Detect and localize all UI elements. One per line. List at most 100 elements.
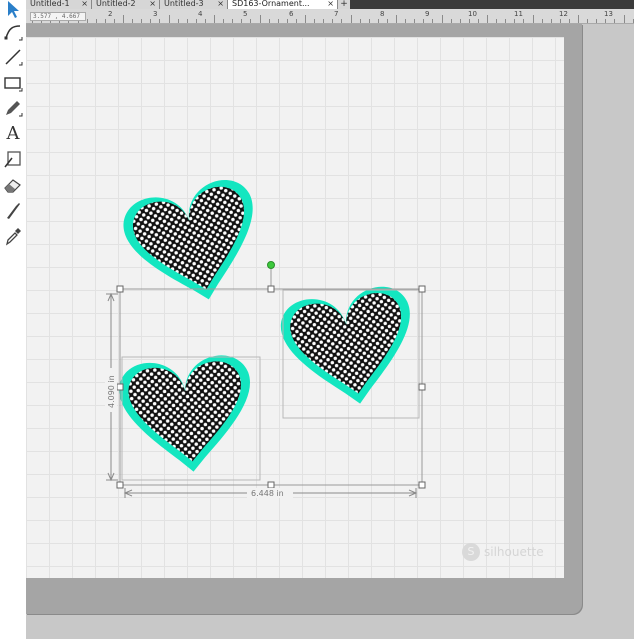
- line-icon: [5, 49, 23, 66]
- tab-sd163-ornament[interactable]: SD163-Ornament... ×: [228, 0, 338, 9]
- ruler-label: 11: [514, 10, 523, 18]
- ruler-tick: [468, 19, 470, 23]
- text-tool[interactable]: A: [3, 124, 23, 144]
- tab-untitled-2[interactable]: Untitled-2 ×: [92, 0, 160, 9]
- ruler-tick: [350, 15, 352, 23]
- ruler-tick: [459, 19, 461, 23]
- ruler-tick: [532, 15, 534, 23]
- ruler-tick: [505, 19, 507, 23]
- ruler-tick: [104, 19, 106, 23]
- new-tab-button[interactable]: +: [338, 0, 350, 9]
- horizontal-ruler: 2 3 4 5 6 7 8 9 10 11 12 13: [26, 9, 634, 24]
- knife-tool[interactable]: [3, 200, 23, 220]
- ruler-tick: [405, 19, 407, 23]
- ruler-tick: [377, 19, 379, 23]
- ruler-tick: [414, 19, 416, 23]
- ruler-tick: [250, 19, 252, 23]
- knife-icon: [7, 203, 20, 219]
- ruler-label: 3: [153, 10, 158, 18]
- text-edit-icon: [4, 151, 21, 168]
- ruler-tick: [332, 19, 334, 23]
- ruler-tick: [241, 19, 243, 23]
- ruler-tick: [113, 19, 115, 23]
- ruler-tick: [232, 19, 234, 23]
- ruler-label: 5: [243, 10, 248, 18]
- ruler-tick: [141, 19, 143, 23]
- ruler-tick: [132, 19, 134, 23]
- ruler-tick: [396, 15, 397, 23]
- ruler-tick: [168, 15, 170, 23]
- ruler-tick: [159, 19, 161, 23]
- ruler-tick: [541, 19, 543, 23]
- ruler-tick: [314, 19, 316, 23]
- ruler-tick: [568, 19, 570, 23]
- select-tool[interactable]: [3, 0, 23, 20]
- ruler-tick: [195, 19, 197, 23]
- tab-label: Untitled-1: [30, 0, 70, 8]
- ruler-tick: [323, 19, 325, 23]
- eraser-icon: [4, 179, 21, 193]
- ruler-tick: [204, 19, 206, 23]
- ruler-tick: [223, 19, 225, 23]
- tab-label: SD163-Ornament...: [232, 0, 310, 8]
- close-tab-icon[interactable]: ×: [81, 0, 88, 8]
- ruler-tick: [441, 15, 443, 23]
- design-page[interactable]: [26, 37, 564, 578]
- ruler-tick: [177, 19, 179, 23]
- ruler-tick: [514, 19, 516, 23]
- close-tab-icon[interactable]: ×: [327, 0, 334, 8]
- ruler-tick: [386, 19, 388, 23]
- ruler-tick: [614, 19, 616, 23]
- ruler-label: 13: [604, 10, 613, 18]
- ruler-label: 9: [425, 10, 430, 18]
- pencil-tool[interactable]: [3, 98, 23, 118]
- ruler-tick: [550, 19, 552, 23]
- ruler-tick: [605, 19, 607, 23]
- ruler-tick: [632, 19, 634, 23]
- ruler-tick: [95, 19, 97, 23]
- ruler-tick: [450, 19, 452, 23]
- document-tab-bar: Untitled-1 × Untitled-2 × Untitled-3 × S…: [26, 0, 634, 9]
- rectangle-icon: [4, 77, 23, 92]
- text-edit-tool[interactable]: [3, 149, 23, 169]
- eraser-tool[interactable]: [3, 175, 23, 195]
- ruler-tick: [559, 19, 561, 23]
- silhouette-watermark: S silhouette: [462, 543, 544, 561]
- coordinate-readout: 3.577 , 4.667: [30, 12, 86, 21]
- ruler-tick: [123, 15, 124, 23]
- close-tab-icon[interactable]: ×: [217, 0, 224, 8]
- rectangle-tool[interactable]: [3, 73, 23, 93]
- pencil-icon: [6, 101, 23, 117]
- ruler-tick: [150, 19, 152, 23]
- ruler-tick: [186, 19, 188, 23]
- ruler-tick: [86, 19, 88, 23]
- point-edit-tool[interactable]: [3, 22, 23, 42]
- eyedropper-tool[interactable]: [3, 226, 23, 246]
- ruler-tick: [286, 19, 288, 23]
- ruler-tick: [359, 19, 361, 23]
- ruler-label: 12: [559, 10, 568, 18]
- ruler-tick: [268, 19, 270, 23]
- ruler-tick: [496, 19, 498, 23]
- ruler-tick: [578, 15, 579, 23]
- ruler-tick: [423, 19, 425, 23]
- ruler-tick: [259, 15, 261, 23]
- ruler-tick: [295, 19, 297, 23]
- ruler-tick: [623, 15, 625, 23]
- ruler-tick: [277, 19, 279, 23]
- ruler-tick: [341, 19, 343, 23]
- ruler-label: 4: [198, 10, 203, 18]
- ruler-tick: [523, 19, 525, 23]
- eyedropper-icon: [5, 228, 21, 246]
- line-tool[interactable]: [3, 47, 23, 67]
- watermark-text: silhouette: [484, 545, 544, 559]
- tab-untitled-3[interactable]: Untitled-3 ×: [160, 0, 228, 9]
- ruler-tick: [368, 19, 370, 23]
- tab-untitled-1[interactable]: Untitled-1 ×: [26, 0, 92, 9]
- ruler-tick: [487, 15, 488, 23]
- close-tab-icon[interactable]: ×: [149, 0, 156, 8]
- ruler-label: 2: [108, 10, 113, 18]
- tab-label: Untitled-2: [96, 0, 136, 8]
- ruler-tick: [477, 19, 479, 23]
- ruler-tick: [305, 15, 306, 23]
